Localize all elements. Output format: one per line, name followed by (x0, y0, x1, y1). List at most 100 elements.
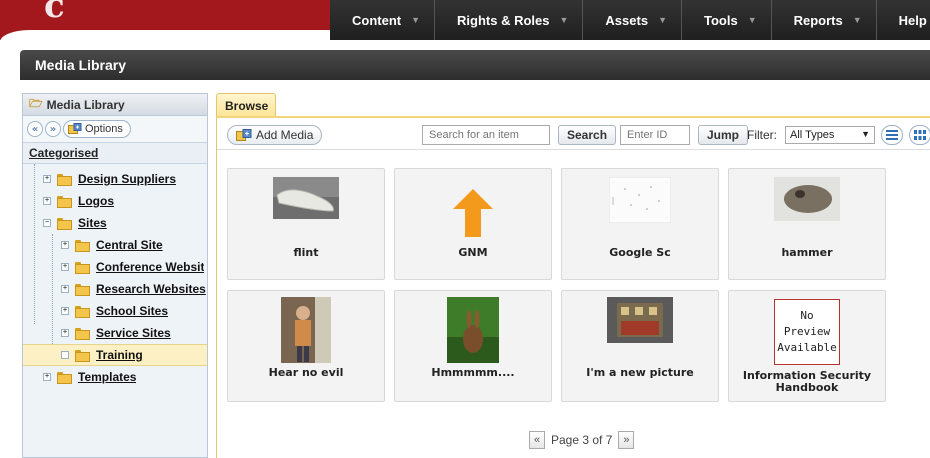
folder-icon (57, 174, 72, 186)
folder-open-icon (57, 218, 72, 230)
media-caption: hammer (781, 246, 833, 259)
media-card-hmmmmm[interactable]: Hmmmmm.... (394, 290, 552, 402)
filter-select[interactable]: All Types ▼ (785, 126, 875, 144)
media-card-hammer[interactable]: hammer (728, 168, 886, 280)
tree-item-sites[interactable]: − Sites (23, 212, 207, 234)
list-view-icon (886, 130, 898, 140)
tree-item-label: Templates (78, 370, 137, 384)
expand-right-button[interactable]: » (45, 121, 61, 137)
tree-item-templates[interactable]: + Templates (23, 366, 207, 388)
tree-item-label: Conference Websit (96, 260, 205, 274)
chevron-down-icon: ▼ (861, 129, 870, 139)
tree-item-label: Design Suppliers (78, 172, 177, 186)
add-media-button[interactable]: Add Media (227, 125, 323, 145)
nav-label: Assets (605, 12, 649, 28)
media-caption: flint (293, 246, 319, 259)
nav-label: Tools (703, 12, 738, 28)
tree-item-school-sites[interactable]: + School Sites (23, 300, 207, 322)
search-button[interactable]: Search (558, 125, 617, 145)
folder-icon (75, 240, 90, 252)
expand-icon[interactable]: + (61, 307, 69, 315)
options-button[interactable]: Options (63, 120, 131, 138)
tree-item-conference-websites[interactable]: + Conference Websit (23, 256, 207, 278)
tree-panel-title: Media Library (46, 97, 125, 112)
browse-toolbar: Add Media Search Jump Filter: All Types … (217, 118, 930, 150)
nav-content[interactable]: Content ▼ (330, 0, 436, 40)
hear-no-evil-thumbnail (281, 297, 331, 363)
add-media-icon (236, 129, 252, 141)
tree-item-label: Logos (78, 194, 114, 208)
next-page-button[interactable]: » (618, 431, 635, 449)
media-card-hear-no-evil[interactable]: Hear no evil (227, 290, 385, 402)
media-caption: Hmmmmm.... (431, 366, 515, 379)
expand-icon[interactable]: + (43, 175, 51, 183)
folder-icon (75, 328, 90, 340)
nav-help[interactable]: Help▼ (877, 0, 930, 40)
options-icon (68, 123, 82, 134)
grid-view-icon (914, 130, 926, 140)
dropdown-arrow-icon: ▼ (658, 15, 667, 25)
google-sc-thumbnail (609, 177, 671, 223)
jump-button[interactable]: Jump (698, 125, 749, 145)
media-card-flint[interactable]: flint (227, 168, 385, 280)
expand-icon[interactable]: + (43, 197, 51, 205)
nav-label: Reports (793, 12, 843, 28)
categorised-link[interactable]: Categorised (23, 143, 207, 164)
tree-panel-header: 🗁 Media Library (23, 94, 207, 116)
gnm-arrow-thumbnail (453, 189, 493, 237)
id-input[interactable] (620, 125, 690, 145)
media-card-information-security-handbook[interactable]: No Preview Available Information Securit… (728, 290, 886, 402)
tree-item-central-site[interactable]: + Central Site (23, 234, 207, 256)
expand-icon[interactable]: + (61, 329, 69, 337)
collapse-left-button[interactable]: « (27, 121, 43, 137)
collapse-icon[interactable]: − (43, 219, 51, 227)
expand-icon[interactable]: + (43, 373, 51, 381)
expand-icon[interactable]: + (61, 241, 69, 249)
tree-item-research-websites[interactable]: + Research Websites (23, 278, 207, 300)
filter-label: Filter: (747, 128, 777, 142)
tab-browse[interactable]: Browse (216, 93, 276, 117)
dropdown-arrow-icon: ▼ (747, 15, 757, 25)
media-library-tree-panel: 🗁 Media Library « » Options Categorised … (22, 93, 208, 458)
prev-page-button[interactable]: « (529, 431, 545, 449)
expand-icon[interactable]: + (61, 263, 69, 271)
media-card-google-sc[interactable]: Google Sc (561, 168, 719, 280)
category-tree: + Design Suppliers + Logos − Sites + Central… (23, 164, 207, 388)
tree-toolbar: « » Options (23, 116, 207, 143)
tree-item-training[interactable]: Training (23, 344, 207, 366)
list-view-button[interactable] (881, 125, 903, 145)
expand-icon[interactable]: + (61, 285, 69, 293)
page-indicator: Page 3 of 7 (551, 433, 613, 447)
folder-icon (75, 284, 90, 296)
tree-item-service-sites[interactable]: + Service Sites (23, 322, 207, 344)
dropdown-arrow-icon: ▼ (559, 15, 569, 25)
logo-curve (0, 30, 330, 40)
grid-view-button[interactable] (909, 125, 930, 145)
nav-rights-roles[interactable]: Rights & Roles ▼ (435, 0, 584, 40)
nav-reports[interactable]: Reports ▼ (772, 0, 877, 40)
search-input[interactable] (422, 125, 550, 145)
new-picture-thumbnail (607, 297, 673, 343)
nav-label: Help (898, 12, 927, 28)
nav-tools[interactable]: Tools ▼ (682, 0, 772, 40)
logo-glyph: c (44, 0, 65, 26)
media-card-new-picture[interactable]: I'm a new picture (561, 290, 719, 402)
logo[interactable]: c (0, 0, 330, 40)
nav-label: Content (352, 12, 402, 28)
no-preview-placeholder: No Preview Available (774, 299, 840, 365)
page-title: Media Library (20, 50, 930, 80)
tree-item-label: Training (96, 348, 143, 362)
nav-assets[interactable]: Assets ▼ (583, 0, 682, 40)
tree-item-label: Research Websites (96, 282, 206, 296)
tree-item-logos[interactable]: + Logos (23, 190, 207, 212)
leaf-icon (61, 351, 69, 359)
dropdown-arrow-icon: ▼ (411, 15, 421, 25)
folder-icon (75, 262, 90, 274)
tree-item-label: Service Sites (96, 326, 171, 340)
tree-item-design-suppliers[interactable]: + Design Suppliers (23, 168, 207, 190)
media-caption: GNM (458, 246, 488, 259)
media-card-gnm[interactable]: GNM (394, 168, 552, 280)
folder-icon (57, 196, 72, 208)
tree-item-label: Central Site (96, 238, 163, 252)
dropdown-arrow-icon: ▼ (852, 15, 862, 25)
